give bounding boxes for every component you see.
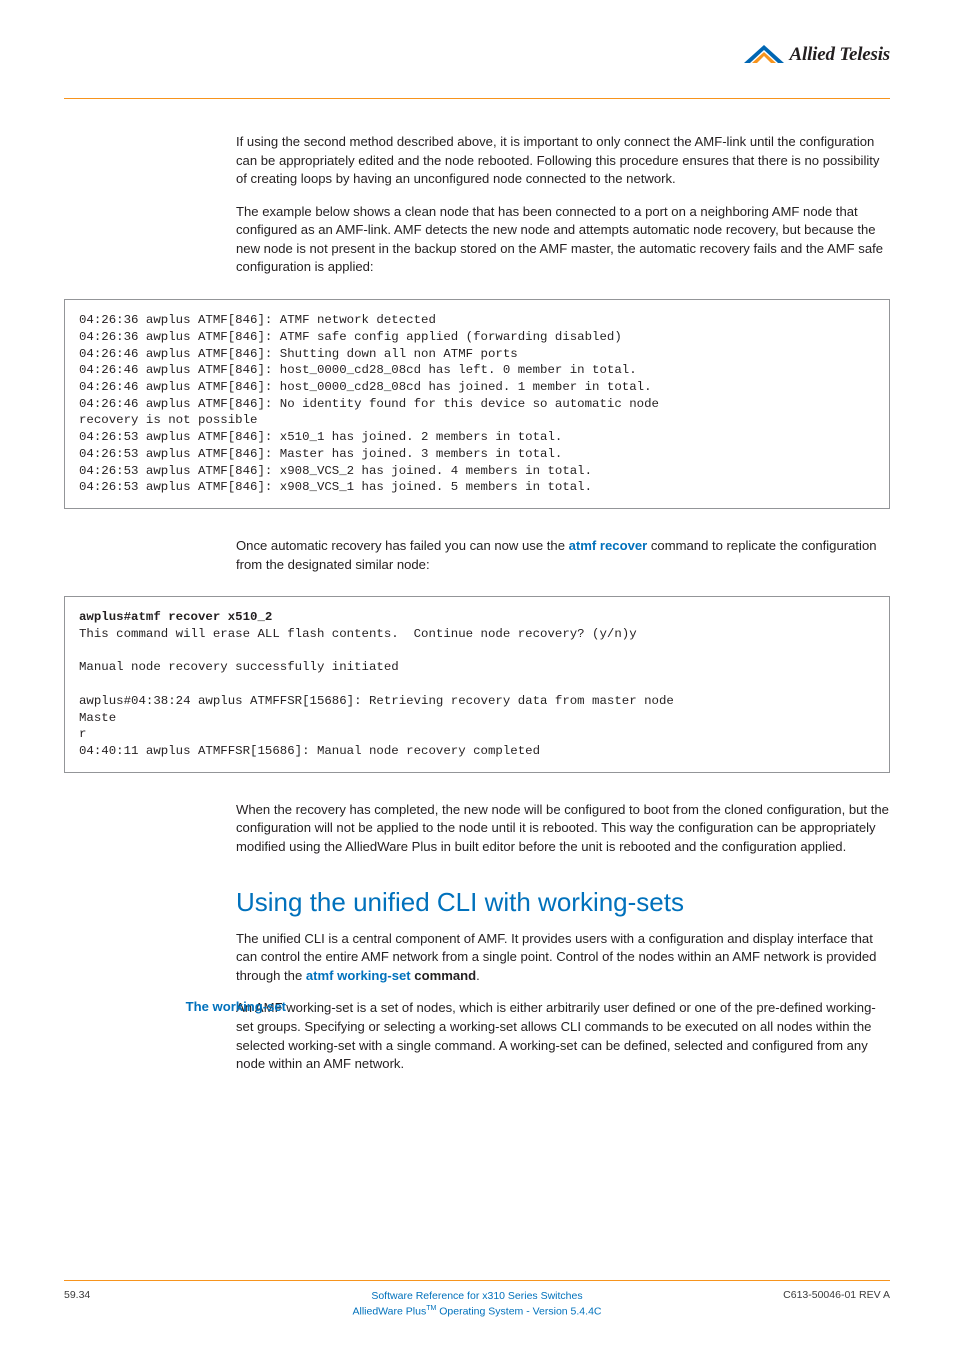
code-body: This command will erase ALL flash conten… (79, 627, 681, 758)
brand-logo: Allied Telesis (744, 44, 890, 66)
atmf-recover-link[interactable]: atmf recover (569, 538, 648, 553)
paragraph: The example below shows a clean node tha… (236, 203, 890, 277)
paragraph: Once automatic recovery has failed you c… (236, 537, 890, 574)
brand-triangle-icon (744, 45, 784, 65)
footer-subtitle: AlliedWare PlusTM Operating System - Ver… (352, 1304, 601, 1320)
paragraph: When the recovery has completed, the new… (236, 801, 890, 857)
atmf-working-set-link[interactable]: atmf working-set (306, 968, 411, 983)
header-rule (64, 98, 890, 99)
brand-name: Allied Telesis (790, 44, 890, 66)
doc-revision: C613-50046-01 REV A (770, 1289, 890, 1301)
code-command: awplus#atmf recover x510_2 (79, 610, 272, 624)
paragraph: The unified CLI is a central component o… (236, 930, 890, 986)
footer-title: Software Reference for x310 Series Switc… (352, 1289, 601, 1304)
text: Once automatic recovery has failed you c… (236, 538, 569, 553)
page-number: 59.34 (64, 1289, 184, 1301)
paragraph: An AMF working-set is a set of nodes, wh… (236, 999, 890, 1073)
code-sample-recovery: awplus#atmf recover x510_2 This command … (64, 596, 890, 773)
text: command (411, 968, 476, 983)
side-label-working-set: The working-set (128, 999, 286, 1014)
page-footer: 59.34 Software Reference for x310 Series… (64, 1280, 890, 1320)
code-sample-log: 04:26:36 awplus ATMF[846]: ATMF network … (64, 299, 890, 509)
footer-center: Software Reference for x310 Series Switc… (352, 1289, 601, 1320)
section-heading: Using the unified CLI with working-sets (236, 887, 890, 918)
text: . (476, 968, 480, 983)
paragraph: If using the second method described abo… (236, 133, 890, 189)
footer-rule (64, 1280, 890, 1281)
